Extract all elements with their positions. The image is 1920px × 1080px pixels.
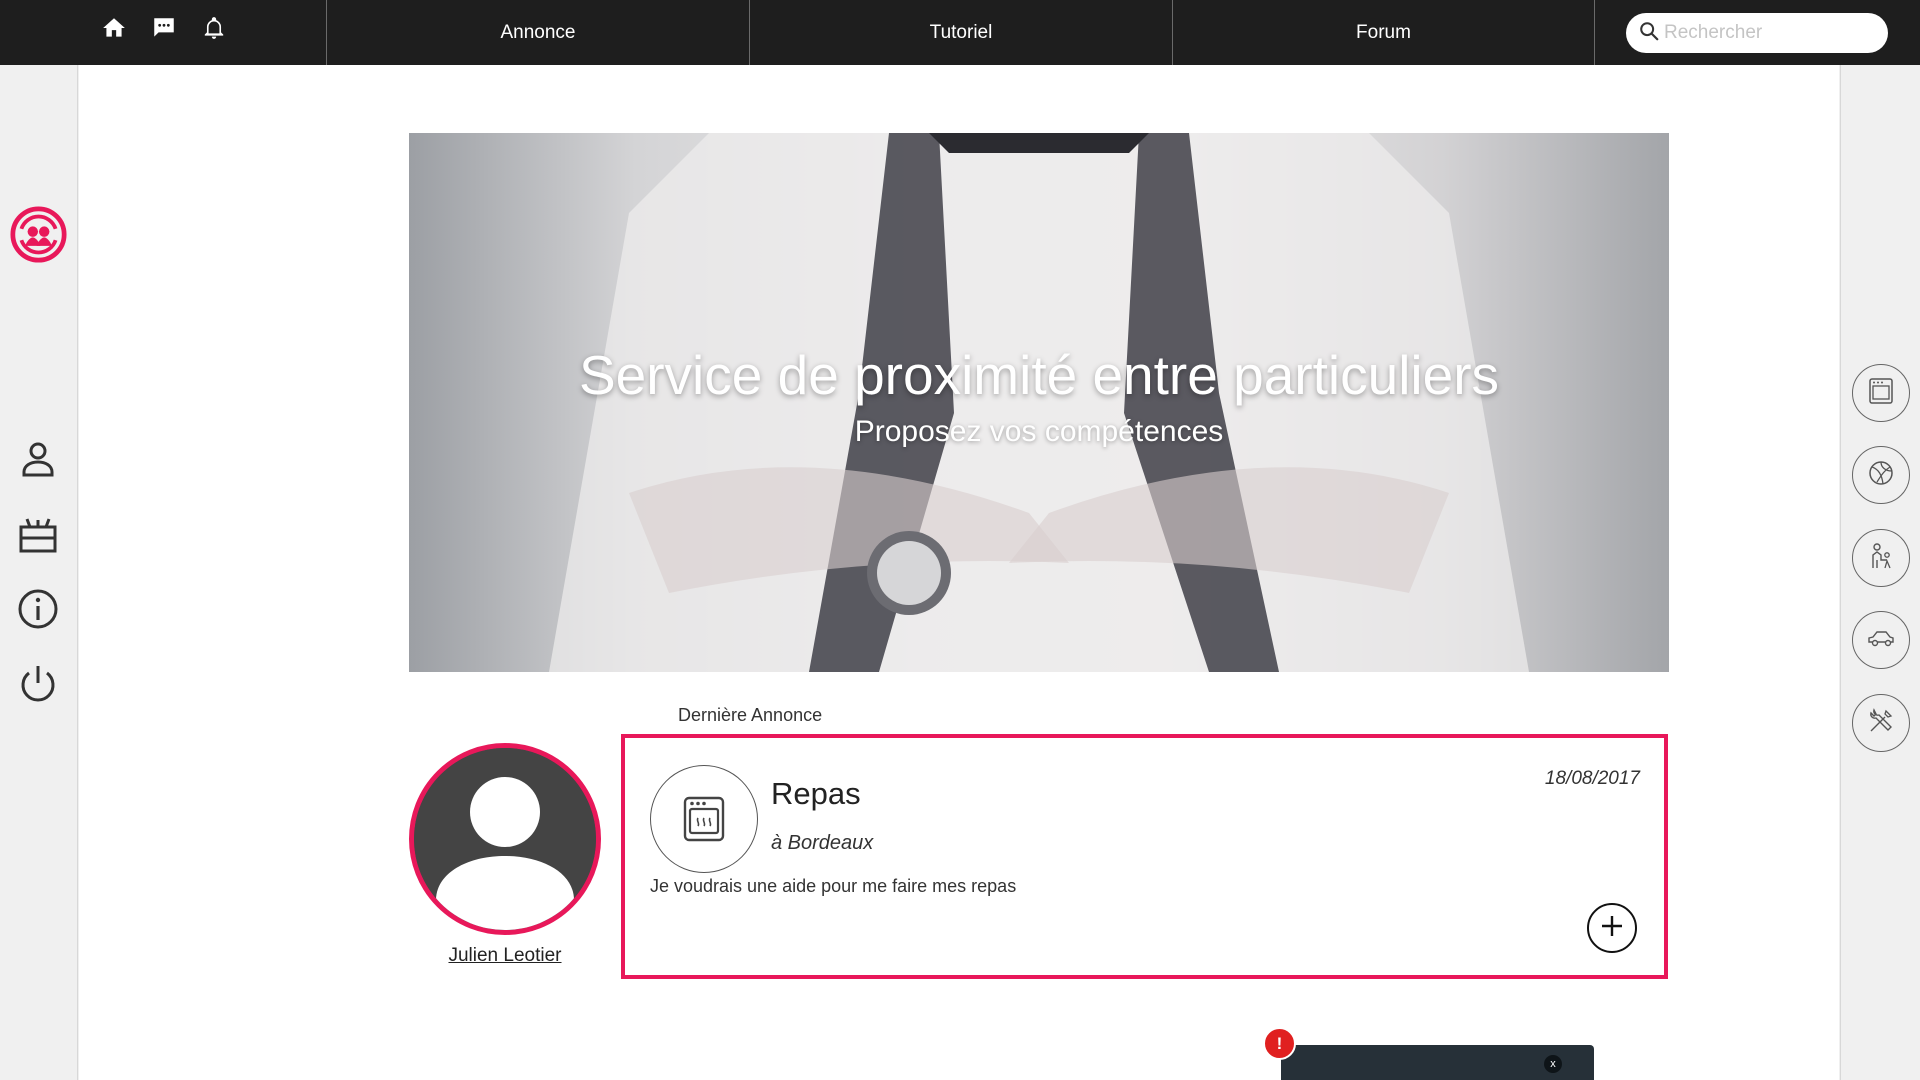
nav-tutoriel[interactable]: Tutoriel — [749, 0, 1172, 65]
top-icon-group — [100, 14, 228, 42]
top-navigation-bar: Annonce Tutoriel Forum — [0, 0, 1920, 65]
user-icon[interactable] — [16, 437, 60, 481]
oven-icon — [650, 765, 758, 873]
category-childcare-button[interactable] — [1852, 529, 1910, 587]
bell-icon[interactable] — [200, 14, 228, 42]
hero-banner: Service de proximité entre particuliers … — [409, 133, 1669, 672]
tools-icon — [1866, 706, 1896, 741]
category-transport-button[interactable] — [1852, 611, 1910, 669]
gift-icon[interactable] — [16, 512, 60, 556]
category-sport-button[interactable] — [1852, 446, 1910, 504]
hero-subtitle: Proposez vos compétences — [854, 415, 1224, 448]
chat-close-button[interactable]: x — [1544, 1055, 1562, 1073]
hero-title: Service de proximité entre particuliers — [578, 344, 1500, 406]
latest-announcement-card[interactable]: Repas à Bordeaux 18/08/2017 Je voudrais … — [621, 734, 1668, 979]
oven-icon — [1866, 376, 1896, 411]
chat-alert-badge[interactable]: ! — [1263, 1027, 1296, 1060]
search-input[interactable] — [1664, 22, 1864, 44]
category-oven-button[interactable] — [1852, 364, 1910, 422]
nav-annonce[interactable]: Annonce — [326, 0, 749, 65]
nav-forum[interactable]: Forum — [1172, 0, 1595, 65]
main-nav: Annonce Tutoriel Forum — [326, 0, 1595, 65]
chat-icon[interactable] — [150, 14, 178, 42]
search-icon — [1638, 20, 1660, 47]
main-content: Service de proximité entre particuliers … — [79, 65, 1839, 1080]
announcement-city: à Bordeaux — [771, 832, 874, 854]
search-box[interactable] — [1626, 13, 1888, 53]
more-button[interactable] — [1587, 903, 1637, 953]
logo-icon[interactable] — [10, 206, 67, 263]
car-icon — [1866, 623, 1896, 658]
ball-icon — [1866, 458, 1896, 493]
power-icon[interactable] — [16, 662, 60, 706]
plus-icon — [1599, 913, 1625, 944]
user-name-link[interactable]: Julien Leotier — [409, 945, 601, 967]
home-icon[interactable] — [100, 14, 128, 42]
announcement-description: Je voudrais une aide pour me faire mes r… — [650, 876, 1017, 896]
section-title-latest: Dernière Annonce — [678, 705, 823, 725]
info-icon[interactable] — [16, 587, 60, 631]
announcement-date: 18/08/2017 — [1544, 768, 1640, 789]
babysitting-icon — [1866, 541, 1896, 576]
category-repair-button[interactable] — [1852, 694, 1910, 752]
announcement-title: Repas — [771, 776, 861, 811]
avatar[interactable] — [409, 743, 601, 935]
